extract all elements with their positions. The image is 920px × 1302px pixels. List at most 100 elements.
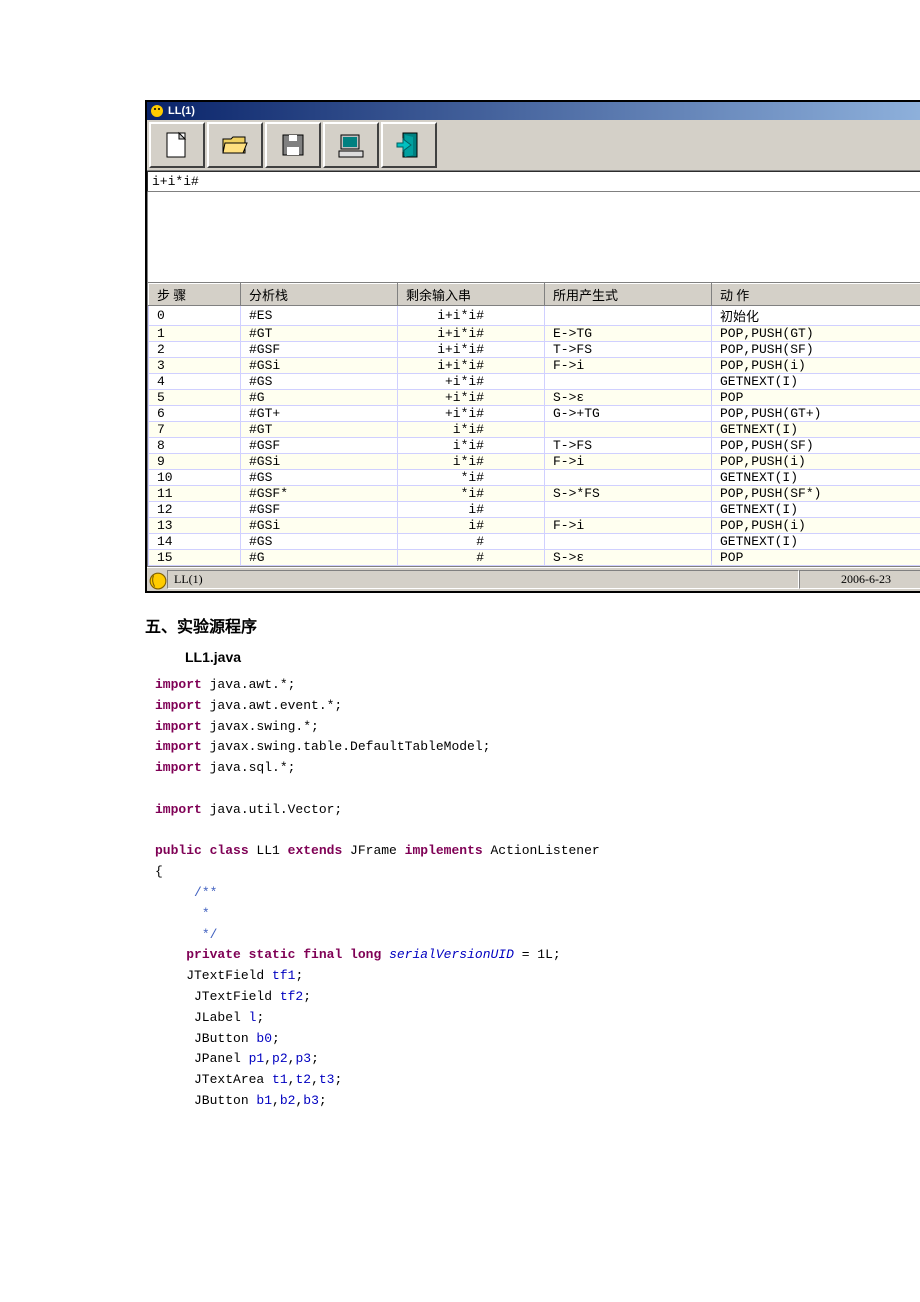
table-cell: 2 [149,342,241,358]
table-cell: #GSF [241,438,398,454]
window-title: LL(1) [168,105,195,117]
code-filename: LL1.java [185,649,920,665]
table-cell: GETNEXT(I) [712,374,920,390]
table-cell: 9 [149,454,241,470]
table-row[interactable]: 12#GSFi#GETNEXT(I) [149,502,920,518]
table-cell: i*i# [398,438,545,454]
table-cell: +i*i# [398,406,545,422]
table-row[interactable]: 7#GTi*i# GETNEXT(I) [149,422,920,438]
table-cell: i*i# [398,422,545,438]
table-cell: #ES [241,306,398,326]
disk-icon [277,129,309,161]
col-header[interactable]: 分析栈 [241,284,398,306]
toolbar-exit-button[interactable] [381,122,437,168]
table-cell [545,306,712,326]
table-row[interactable]: 11#GSF**i#S->*FSPOP,PUSH(SF*) [149,486,920,502]
table-row[interactable]: 9#GSii*i#F->iPOP,PUSH(i) [149,454,920,470]
table-cell: 10 [149,470,241,486]
col-header[interactable]: 剩余输入串 [398,284,545,306]
table-row[interactable]: 8#GSFi*i#T->FSPOP,PUSH(SF) [149,438,920,454]
table-row[interactable]: 3#GSii+i*i#F->iPOP,PUSH(i) [149,358,920,374]
table-cell: #GT [241,422,398,438]
table-row[interactable]: 10#GS*i#GETNEXT(I) [149,470,920,486]
table-cell: 13 [149,518,241,534]
toolbar-save-button[interactable] [265,122,321,168]
table-cell [545,502,712,518]
table-cell [545,422,712,438]
table-cell: G->+TG [545,406,712,422]
table-cell: #GT+ [241,406,398,422]
table-row[interactable]: 5#G+i*i#S->εPOP [149,390,920,406]
table-cell: T->FS [545,342,712,358]
toolbar-new-button[interactable] [149,122,205,168]
table-cell: 12 [149,502,241,518]
table-cell: i+i*i# [398,358,545,374]
table-cell: #GS [241,470,398,486]
table-cell: #GSF* [241,486,398,502]
table-cell: POP,PUSH(i) [712,518,920,534]
col-header[interactable]: 动 作 [712,284,920,306]
table-cell: *i# [398,486,545,502]
table-cell: POP,PUSH(GT+) [712,406,920,422]
code-block: import java.awt.*; import java.awt.event… [155,675,920,1112]
table-row[interactable]: 15#G#S->εPOP [149,550,920,566]
input-field[interactable]: i+i*i# [147,171,920,192]
table-cell: POP,PUSH(SF) [712,342,920,358]
parse-table-wrap: ▲ ▼ 步 骤分析栈剩余输入串所用产生式动 作 0#ESi+i*i#初始化1#G… [147,282,920,567]
table-cell: E->TG [545,326,712,342]
table-cell: #GSi [241,454,398,470]
titlebar[interactable]: LL(1) _ □ ✕ [147,102,920,120]
door-icon [393,129,425,161]
table-row[interactable]: 13#GSii#F->iPOP,PUSH(i) [149,518,920,534]
table-cell: GETNEXT(I) [712,502,920,518]
table-cell: 8 [149,438,241,454]
col-header[interactable]: 步 骤 [149,284,241,306]
app-icon [149,103,165,119]
table-cell: 15 [149,550,241,566]
table-cell [545,534,712,550]
table-row[interactable]: 14#GS#GETNEXT(I) [149,534,920,550]
table-cell: 0 [149,306,241,326]
table-cell: 1 [149,326,241,342]
table-cell: POP,PUSH(i) [712,454,920,470]
table-cell: 5 [149,390,241,406]
table-row[interactable]: 4#GS+i*i#GETNEXT(I) [149,374,920,390]
status-date: 2006-6-23 [799,570,920,589]
table-cell [545,470,712,486]
col-header[interactable]: 所用产生式 [545,284,712,306]
table-cell: GETNEXT(I) [712,422,920,438]
table-row[interactable]: 1#GTi+i*i#E->TGPOP,PUSH(GT) [149,326,920,342]
folder-icon [219,129,251,161]
statusbar: LL(1) 2006-6-23 10:15 [147,567,920,591]
table-cell: #GSF [241,502,398,518]
parse-table: 步 骤分析栈剩余输入串所用产生式动 作 0#ESi+i*i#初始化1#GTi+i… [148,283,920,566]
table-cell: F->i [545,454,712,470]
table-row[interactable]: 6#GT++i*i#G->+TGPOP,PUSH(GT+) [149,406,920,422]
table-cell: i*i# [398,454,545,470]
table-cell [545,374,712,390]
table-cell: #G [241,390,398,406]
toolbar-open-button[interactable] [207,122,263,168]
table-cell: #GSi [241,358,398,374]
table-row[interactable]: 2#GSFi+i*i#T->FSPOP,PUSH(SF) [149,342,920,358]
toolbar-print-button[interactable] [323,122,379,168]
table-cell: POP,PUSH(SF*) [712,486,920,502]
app-window: LL(1) _ □ ✕ i+i*i# ▲ ▼ 步 骤分析栈剩余输入串所用产生式动 [145,100,920,593]
table-cell: 7 [149,422,241,438]
status-icon [149,572,167,588]
table-cell: +i*i# [398,390,545,406]
toolbar [147,120,920,171]
table-cell: S->*FS [545,486,712,502]
table-cell: 4 [149,374,241,390]
table-cell: *i# [398,470,545,486]
table-cell: 11 [149,486,241,502]
table-cell: S->ε [545,550,712,566]
table-cell: S->ε [545,390,712,406]
table-row[interactable]: 0#ESi+i*i#初始化 [149,306,920,326]
status-app: LL(1) [167,570,799,589]
table-cell: +i*i# [398,374,545,390]
table-cell: # [398,550,545,566]
table-cell: F->i [545,518,712,534]
table-cell: POP,PUSH(SF) [712,438,920,454]
table-cell: POP,PUSH(i) [712,358,920,374]
